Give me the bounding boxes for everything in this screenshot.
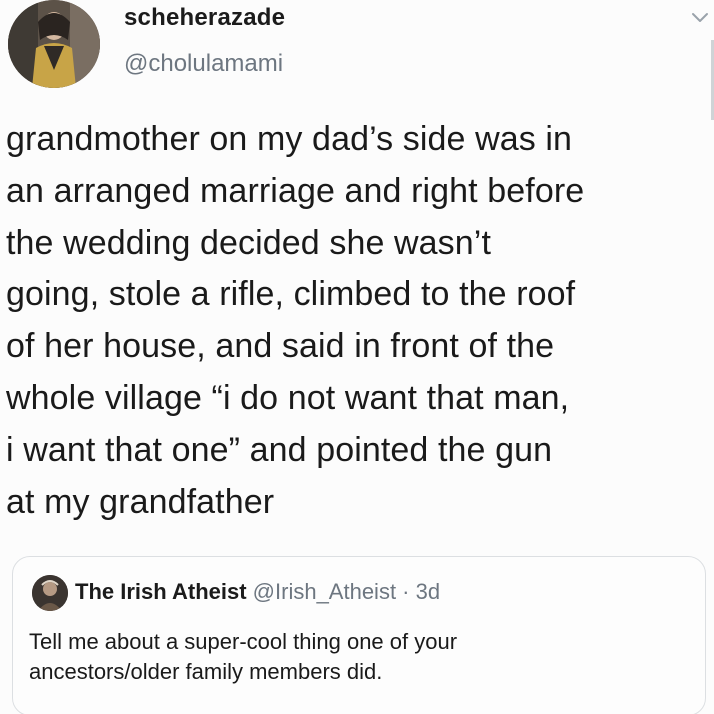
display-name[interactable]: scheherazade: [124, 4, 285, 32]
quoted-tweet-text: Tell me about a super-cool thing one of …: [29, 629, 458, 684]
tweet-card: scheherazade @cholulamami grandmother on…: [0, 0, 714, 714]
tweet-text: grandmother on my dad’s side was in an a…: [6, 120, 585, 521]
quoted-timestamp[interactable]: 3d: [416, 579, 440, 604]
user-avatar[interactable]: [8, 0, 100, 88]
quoted-tweet[interactable]: The Irish Atheist @Irish_Atheist · 3d Te…: [12, 556, 706, 714]
quoted-display-name[interactable]: The Irish Atheist: [75, 579, 247, 604]
quoted-tweet-header: The Irish Atheist @Irish_Atheist · 3d: [75, 579, 440, 605]
quoted-user-avatar[interactable]: [32, 575, 68, 611]
user-handle[interactable]: @cholulamami: [124, 50, 283, 78]
avatar-image: [8, 0, 100, 88]
chevron-down-icon[interactable]: [688, 6, 712, 30]
quoted-avatar-image: [32, 575, 68, 611]
quoted-user-handle[interactable]: @Irish_Atheist: [253, 579, 396, 604]
quoted-separator: ·: [396, 579, 416, 604]
